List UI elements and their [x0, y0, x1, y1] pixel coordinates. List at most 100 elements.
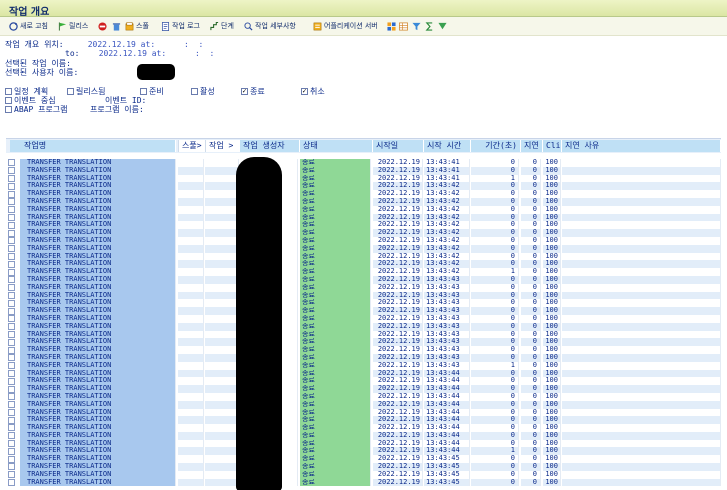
- job-details-button[interactable]: 작업 세부사항: [244, 20, 296, 32]
- filter-ready[interactable]: 준비: [140, 87, 164, 96]
- row-select-checkbox[interactable]: [8, 416, 15, 424]
- table-button[interactable]: [399, 20, 410, 32]
- finished-checkbox[interactable]: ✓: [241, 88, 248, 95]
- row-select-checkbox[interactable]: [8, 377, 15, 385]
- table-row[interactable]: TRANSFER TRANSLATION7종료2022.12.1913:43:4…: [6, 244, 721, 253]
- row-select-checkbox[interactable]: [8, 213, 15, 221]
- row-select-checkbox[interactable]: [8, 299, 15, 307]
- table-row[interactable]: TRANSFER TRANSLATION7종료2022.12.1913:43:4…: [6, 229, 721, 237]
- col-delay[interactable]: 지연: [521, 140, 543, 152]
- row-select-checkbox[interactable]: [8, 432, 15, 440]
- filter-released[interactable]: 릴리스됨: [67, 87, 105, 96]
- row-select-checkbox[interactable]: [8, 408, 15, 416]
- filter-event-driven[interactable]: 이벤트 중심: [5, 96, 56, 105]
- table-row[interactable]: TRANSFER TRANSLATION7종료2022.12.1913:43:4…: [6, 197, 721, 206]
- row-select-checkbox[interactable]: [8, 315, 15, 323]
- col-status[interactable]: 상태: [300, 140, 373, 152]
- refresh-button[interactable]: 새로 고침: [9, 20, 48, 32]
- table-row[interactable]: TRANSFER TRANSLATION 종료 2022.12.19 13:43:41…: [6, 166, 721, 175]
- step-button[interactable]: 단계: [210, 20, 234, 32]
- row-select-checkbox[interactable]: [8, 354, 15, 362]
- row-select-checkbox[interactable]: [8, 245, 15, 253]
- row-select-checkbox[interactable]: [8, 198, 15, 206]
- table-row[interactable]: TRANSFER TRANSLATION7종료2022.12.1913:43:4…: [6, 470, 721, 479]
- table-row[interactable]: TRANSFER TRANSLATION7종료2022.12.1913:43:4…: [6, 314, 721, 323]
- filter-finished[interactable]: ✓ 종료: [241, 87, 265, 96]
- app-server-button[interactable]: 어플리케이션 서버: [313, 20, 378, 32]
- filter-abap-program[interactable]: ABAP 프로그램: [5, 105, 68, 114]
- released-checkbox[interactable]: [67, 88, 74, 95]
- row-select-checkbox[interactable]: [8, 221, 15, 229]
- row-select-checkbox[interactable]: [8, 447, 15, 455]
- table-row[interactable]: TRANSFER TRANSLATION7종료2022.12.1913:43:4…: [6, 299, 721, 308]
- filter-cancelled[interactable]: ✓ 취소: [301, 87, 325, 96]
- table-row[interactable]: TRANSFER TRANSLATION7종료2022.12.1913:43:4…: [6, 221, 721, 230]
- row-select-checkbox[interactable]: [8, 307, 15, 315]
- table-row[interactable]: TRANSFER TRANSLATION7종료2022.12.1913:43:4…: [6, 478, 721, 487]
- table-row[interactable]: TRANSFER TRANSLATION7종료2022.12.1913:43:4…: [6, 377, 721, 386]
- table-row[interactable]: TRANSFER TRANSLATION7종료2022.12.1913:43:4…: [6, 463, 721, 471]
- row-select-checkbox[interactable]: [8, 471, 15, 479]
- table-row[interactable]: TRANSFER TRANSLATION7종료2022.12.1913:43:4…: [6, 268, 721, 276]
- row-select-checkbox[interactable]: [8, 463, 15, 471]
- col-spool[interactable]: 스풀>: [178, 140, 205, 152]
- table-row[interactable]: TRANSFER TRANSLATION7종료2022.12.1913:43:4…: [6, 190, 721, 198]
- col-start-time[interactable]: 시작 시간: [424, 140, 471, 152]
- row-select-checkbox[interactable]: [8, 159, 15, 167]
- release-button[interactable]: 릴리스: [58, 20, 88, 32]
- table-row[interactable]: TRANSFER TRANSLATION7종료2022.12.1913:43:4…: [6, 353, 721, 362]
- table-row[interactable]: TRANSFER TRANSLATION7종료2022.12.1913:43:4…: [6, 392, 721, 401]
- row-select-checkbox[interactable]: [8, 182, 15, 190]
- row-select-checkbox[interactable]: [8, 276, 15, 284]
- table-row[interactable]: TRANSFER TRANSLATION7종료2022.12.1913:43:4…: [6, 213, 721, 222]
- active-checkbox[interactable]: [191, 88, 198, 95]
- row-select-checkbox[interactable]: [8, 455, 15, 463]
- table-row[interactable]: TRANSFER TRANSLATION7종료2022.12.1913:43:4…: [6, 385, 721, 393]
- table-row[interactable]: TRANSFER TRANSLATION7종료2022.12.1913:43:4…: [6, 369, 721, 378]
- row-select-checkbox[interactable]: [8, 268, 15, 276]
- table-row[interactable]: TRANSFER TRANSLATION7종료2022.12.1913:43:4…: [6, 447, 721, 456]
- col-client[interactable]: Cli: [543, 140, 562, 152]
- export-button[interactable]: [438, 20, 449, 32]
- row-select-checkbox[interactable]: [8, 401, 15, 409]
- spool-button[interactable]: 스풀: [125, 20, 149, 32]
- row-select-checkbox[interactable]: [8, 206, 15, 214]
- filter-button[interactable]: [412, 20, 423, 32]
- row-select-checkbox[interactable]: [8, 237, 15, 245]
- abap-program-checkbox[interactable]: [5, 106, 12, 113]
- filter-active[interactable]: 활성: [191, 87, 215, 96]
- row-select-checkbox[interactable]: [8, 167, 15, 175]
- col-duration[interactable]: 기간(초): [471, 140, 521, 152]
- delete-button[interactable]: [112, 20, 123, 32]
- table-row[interactable]: TRANSFER TRANSLATION7종료2022.12.1913:43:4…: [6, 322, 721, 331]
- table-row[interactable]: TRANSFER TRANSLATION7종료2022.12.1913:43:4…: [6, 205, 721, 214]
- table-row[interactable]: TRANSFER TRANSLATION7종료2022.12.1913:43:4…: [6, 439, 721, 448]
- table-row[interactable]: TRANSFER TRANSLATION7종료2022.12.1913:43:4…: [6, 291, 721, 300]
- layout-button[interactable]: [387, 20, 398, 32]
- col-start-date[interactable]: 시작일: [373, 140, 424, 152]
- table-row[interactable]: TRANSFER TRANSLATION7종료2022.12.1913:43:4…: [6, 346, 721, 354]
- col-job-name[interactable]: 작업명: [10, 140, 176, 152]
- table-row[interactable]: TRANSFER TRANSLATION7종료2022.12.1913:43:4…: [6, 424, 721, 432]
- table-row[interactable]: TRANSFER TRANSLATION7종료2022.12.1913:43:4…: [6, 400, 721, 409]
- row-select-checkbox[interactable]: [8, 284, 15, 292]
- table-row[interactable]: TRANSFER TRANSLATION 종료 2022.12.19 13:43:42…: [6, 182, 721, 191]
- row-select-checkbox[interactable]: [8, 323, 15, 331]
- table-row[interactable]: TRANSFER TRANSLATION7종료2022.12.1913:43:4…: [6, 361, 721, 370]
- table-row[interactable]: TRANSFER TRANSLATION7종료2022.12.1913:43:4…: [6, 252, 721, 261]
- filter-planned[interactable]: 일정 계획: [5, 87, 48, 96]
- table-row[interactable]: TRANSFER TRANSLATION7종료2022.12.1913:43:4…: [6, 330, 721, 339]
- row-select-checkbox[interactable]: [8, 291, 15, 299]
- table-row[interactable]: TRANSFER TRANSLATION7종료2022.12.1913:43:4…: [6, 275, 721, 284]
- col-job[interactable]: 작업 >: [205, 140, 240, 152]
- row-select-checkbox[interactable]: [8, 424, 15, 432]
- table-row[interactable]: TRANSFER TRANSLATION7종료2022.12.1913:43:4…: [6, 283, 721, 292]
- row-select-checkbox[interactable]: [8, 174, 15, 182]
- row-select-checkbox[interactable]: [8, 440, 15, 448]
- table-row[interactable]: TRANSFER TRANSLATION 종료 2022.12.19 13:43:41…: [6, 159, 721, 167]
- row-select-checkbox[interactable]: [8, 338, 15, 346]
- table-row[interactable]: TRANSFER TRANSLATION7종료2022.12.1913:43:4…: [6, 307, 721, 315]
- row-select-checkbox[interactable]: [8, 330, 15, 338]
- col-creator[interactable]: 작업 생성자: [240, 140, 300, 152]
- row-select-checkbox[interactable]: [8, 260, 15, 268]
